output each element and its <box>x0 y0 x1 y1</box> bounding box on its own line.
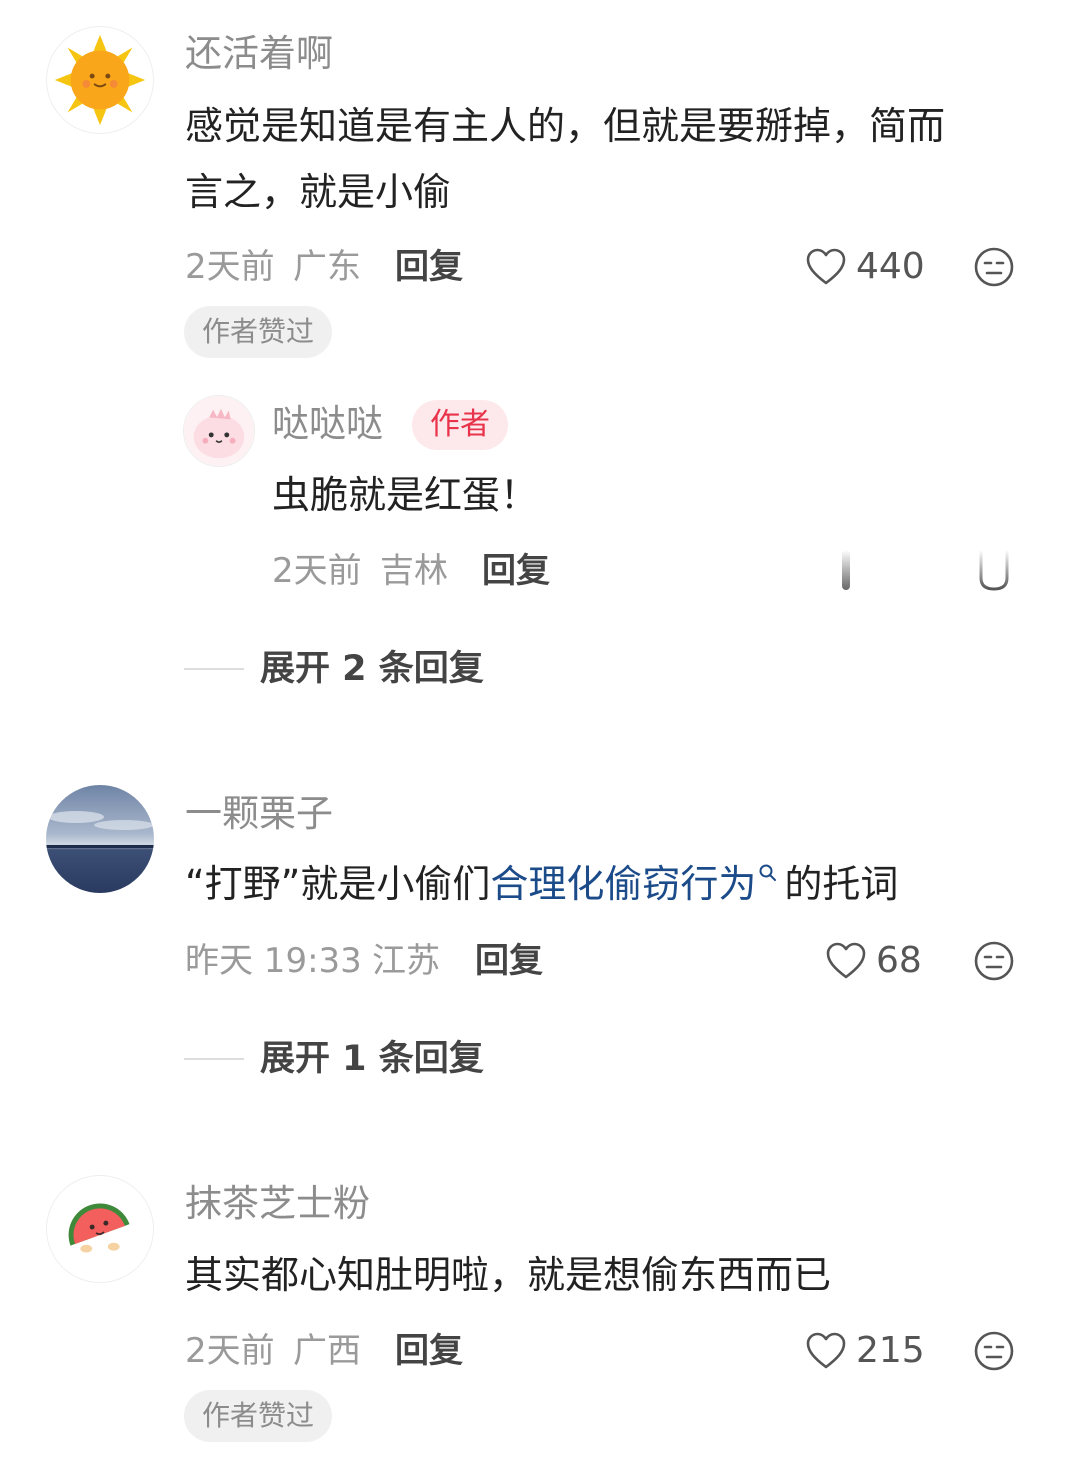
reply-button[interactable]: 回复 <box>482 549 550 593</box>
heart-icon <box>806 1332 846 1369</box>
pink-dinosaur-icon <box>184 396 254 466</box>
like-button[interactable]: 440 <box>804 245 925 289</box>
comment-text: 言之，就是小偷 <box>185 170 452 214</box>
comment-location: 江苏 <box>372 941 440 981</box>
expand-replies-button[interactable]: 展开 1 条回复 <box>184 1037 484 1081</box>
author-liked-tag: 作者赞过 <box>184 306 333 358</box>
reply-button[interactable]: 回复 <box>475 939 543 983</box>
like-button[interactable]: 215 <box>804 1329 925 1373</box>
reply-text: 虫脆就是红蛋！ <box>272 473 539 517</box>
username[interactable]: 还活着啊 <box>185 32 333 76</box>
comment-text: “打野”就是小偷们合理化偷窃行为 的托词 <box>185 851 898 917</box>
search-icon[interactable] <box>758 863 778 883</box>
username[interactable]: 抹茶芝士粉 <box>185 1182 370 1226</box>
like-count: 68 <box>876 940 922 981</box>
comment-location: 广东 <box>293 247 361 287</box>
expand-replies-button[interactable]: 展开 2 条回复 <box>184 647 484 691</box>
dislike-face-icon[interactable] <box>977 548 1011 592</box>
like-count: 215 <box>856 1330 925 1371</box>
comment-text: 其实都心知肚明啦，就是想偷东西而已 <box>185 1253 832 1297</box>
author-liked-tag: 作者赞过 <box>184 1390 333 1442</box>
like-icon[interactable] <box>838 548 854 592</box>
comment-text-suffix: 的托词 <box>784 862 899 906</box>
author-badge: 作者 <box>412 400 508 450</box>
like-button[interactable]: 68 <box>824 939 922 983</box>
sun-face-icon <box>47 27 153 133</box>
reply-button[interactable]: 回复 <box>395 1329 463 1373</box>
dislike-face-icon[interactable] <box>972 1329 1016 1373</box>
avatar[interactable] <box>46 785 154 893</box>
watermelon-icon <box>47 1176 153 1282</box>
dislike-face-icon[interactable] <box>972 939 1016 983</box>
username[interactable]: 哒哒哒 <box>272 402 383 446</box>
comment-text-prefix: “打野”就是小偷们 <box>185 862 491 906</box>
like-count: 440 <box>856 246 925 287</box>
reply-button[interactable]: 回复 <box>395 245 463 289</box>
comment-text: 感觉是知道是有主人的，但就是要掰掉，简而 <box>185 104 946 148</box>
reply-location: 吉林 <box>380 551 448 591</box>
expand-replies-label: 展开 2 条回复 <box>260 649 484 689</box>
comment-time: 2天前 <box>185 1331 275 1371</box>
username[interactable]: 一颗栗子 <box>185 792 333 836</box>
avatar[interactable] <box>46 26 154 134</box>
avatar[interactable] <box>183 395 255 467</box>
comment-time: 2天前 <box>185 247 275 287</box>
dislike-face-icon[interactable] <box>972 245 1016 289</box>
topic-link[interactable]: 合理化偷窃行为 <box>490 862 756 906</box>
sea-landscape-icon <box>46 785 154 893</box>
comment-time: 昨天 19:33 <box>185 941 362 981</box>
divider <box>184 1058 244 1060</box>
reply-time: 2天前 <box>272 551 362 591</box>
heart-icon <box>826 942 866 979</box>
avatar[interactable] <box>46 1175 154 1283</box>
comment-location: 广西 <box>293 1331 361 1371</box>
expand-replies-label: 展开 1 条回复 <box>260 1039 484 1079</box>
divider <box>184 668 244 670</box>
heart-icon <box>806 248 846 285</box>
